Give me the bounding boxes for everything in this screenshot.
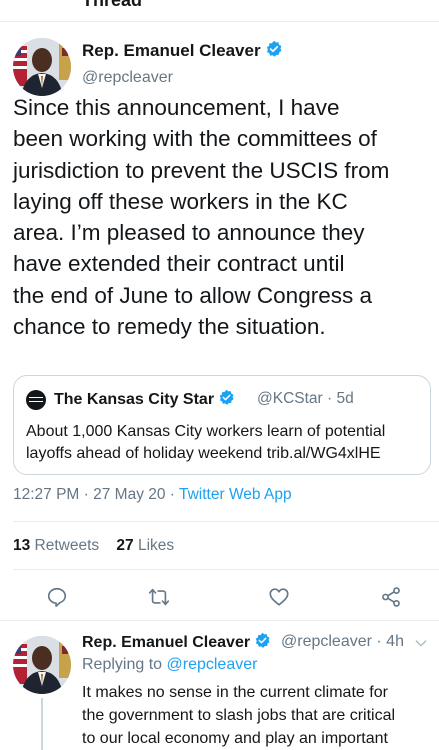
reply-author-avatar[interactable] (13, 636, 71, 694)
divider (0, 620, 439, 621)
replying-to: Replying to @repcleaver (82, 656, 257, 674)
tweet-text-line: have extended their contract until (13, 251, 345, 277)
chevron-down-icon[interactable] (413, 635, 429, 651)
avatar-image (13, 636, 71, 694)
reply-author-name-text: Rep. Emanuel Cleaver (82, 634, 251, 651)
likes-count: 27 (116, 537, 134, 554)
avatar-image (13, 38, 71, 96)
divider (13, 569, 439, 570)
replying-to-prefix: Replying to (82, 656, 167, 673)
quoted-author-handle-time: @KCStar · 5d (257, 390, 354, 407)
author-name-text: Rep. Emanuel Cleaver (82, 41, 261, 60)
quoted-tweet-text: About 1,000 Kansas City workers learn of… (26, 421, 426, 465)
like-button[interactable] (264, 582, 294, 612)
reply-text-line: the government to slash jobs that are cr… (82, 707, 396, 724)
retweets-stat[interactable]: 13 Retweets (13, 537, 99, 554)
likes-label: Likes (133, 537, 175, 554)
retweets-label: Retweets (30, 537, 100, 554)
replying-to-mention[interactable]: @repcleaver (167, 656, 258, 673)
tweet-text-line: area. I’m pleased to announce they (13, 220, 365, 246)
retweets-count: 13 (13, 537, 31, 554)
tweet-text: Since this announcement, I have been wor… (13, 92, 431, 342)
author-name[interactable]: Rep. Emanuel Cleaver (82, 40, 283, 61)
page-title: Thread (82, 0, 143, 10)
reply-author-name[interactable]: Rep. Emanuel Cleaver (82, 632, 271, 652)
likes-stat[interactable]: 27 Likes (116, 537, 174, 554)
reply-text-line: to our local economy and play an importa… (82, 730, 388, 747)
reply-icon (47, 587, 67, 607)
reply-button[interactable] (42, 582, 72, 612)
tweet-source-link[interactable]: Twitter Web App (179, 486, 292, 503)
author-avatar[interactable] (13, 38, 71, 96)
tweet-text-line: laying off these workers in the KC (13, 188, 348, 214)
quoted-text-line: layoffs ahead of holiday weekend trib.al… (26, 445, 381, 462)
share-icon (382, 587, 400, 607)
quoted-author-name: The Kansas City Star (54, 389, 235, 409)
verified-badge-icon (255, 632, 270, 648)
tweet-text-line: chance to remedy the situation. (13, 314, 326, 340)
reply-tweet-text: It makes no sense in the current climate… (82, 681, 434, 750)
verified-badge-icon (219, 389, 234, 405)
quoted-text-line: About 1,000 Kansas City workers learn of… (26, 423, 386, 440)
tweet-timestamp: 12:27 PM · 27 May 20 · (13, 486, 179, 503)
reply-author-handle-time[interactable]: @repcleaver · 4h (281, 633, 404, 651)
top-bar: Thread (0, 0, 439, 22)
thread-connector-line (41, 698, 43, 750)
retweet-icon (148, 588, 170, 606)
author-handle[interactable]: @repcleaver (82, 69, 173, 87)
tweet-action-bar (0, 582, 439, 612)
retweet-button[interactable] (144, 582, 174, 612)
quoted-author-avatar (26, 390, 46, 410)
quoted-author-name-text: The Kansas City Star (54, 391, 215, 408)
tweet-stats: 13 Retweets 27 Likes (13, 537, 174, 555)
tweet-text-line: jurisdiction to prevent the USCIS from (13, 157, 390, 183)
verified-badge-icon (266, 40, 282, 57)
tweet-text-line: been working with the committees of (13, 126, 377, 152)
tweet-meta: 12:27 PM · 27 May 20 · Twitter Web App (13, 486, 292, 504)
divider (13, 521, 439, 522)
quoted-tweet-card[interactable]: The Kansas City Star @KCStar · 5d About … (13, 375, 431, 475)
tweet-text-line: the end of June to allow Congress a (13, 282, 372, 308)
reply-text-line: It makes no sense in the current climate… (82, 684, 388, 701)
share-button[interactable] (376, 582, 406, 612)
tweet-text-line: Since this announcement, I have (13, 95, 340, 120)
heart-icon (269, 588, 289, 606)
